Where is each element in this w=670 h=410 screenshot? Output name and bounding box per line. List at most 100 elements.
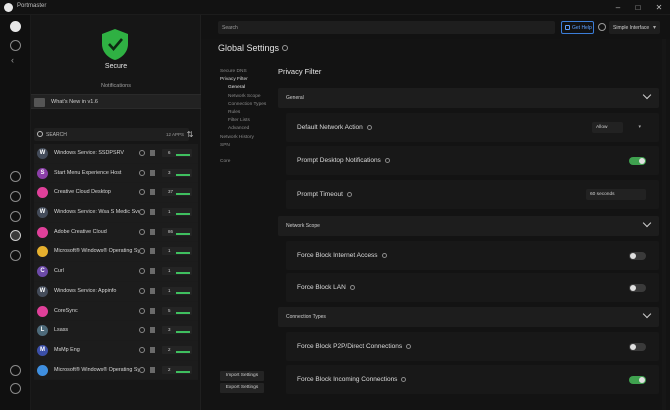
settings-tree-item[interactable]: Network History	[218, 135, 278, 143]
get-help-button[interactable]: Get Help	[561, 21, 594, 34]
maximize-button[interactable]: □	[631, 2, 645, 13]
info-icon[interactable]	[598, 23, 606, 31]
app-history-icon[interactable]	[150, 150, 155, 156]
minimize-button[interactable]: –	[611, 2, 625, 13]
app-settings-icon[interactable]	[139, 346, 145, 353]
section-header-connection-types[interactable]: Connection Types	[278, 307, 659, 327]
section-header-label: General	[286, 95, 304, 101]
app-history-icon[interactable]	[150, 228, 155, 235]
export-settings-button[interactable]: Export Settings	[220, 383, 264, 393]
app-settings-icon[interactable]	[139, 307, 145, 314]
info-icon[interactable]	[401, 376, 407, 382]
connection-count-badge: 6	[162, 149, 192, 157]
notifications-heading: Notifications	[101, 83, 131, 89]
scrollbar[interactable]	[662, 39, 666, 410]
app-history-icon[interactable]	[150, 366, 155, 373]
app-history-icon[interactable]	[150, 307, 155, 314]
settings-tree-item[interactable]: Network Scope	[218, 94, 278, 102]
app-settings-icon[interactable]	[139, 209, 145, 216]
app-settings-icon[interactable]	[139, 189, 145, 196]
block-p2p-toggle[interactable]	[629, 343, 646, 351]
app-settings-icon[interactable]	[139, 327, 145, 334]
app-search-input[interactable]: SEARCH 12 APPS	[34, 128, 189, 141]
prompt-notifications-toggle[interactable]	[629, 157, 646, 165]
settings-tree-item[interactable]: Advanced	[218, 126, 278, 134]
settings-tree-item[interactable]: SPN	[218, 143, 278, 151]
settings-tree-item[interactable]: Secure DNS	[218, 69, 278, 77]
sort-icon[interactable]: ⇅	[183, 128, 197, 141]
app-settings-icon[interactable]	[139, 268, 145, 275]
support-icon[interactable]	[10, 250, 21, 261]
app-list-item[interactable]: Creative Cloud Desktop 37	[34, 183, 198, 204]
settings-tree-item[interactable]: General	[218, 85, 278, 93]
app-list-item[interactable]: Microsoft® Windows® Operating System 1	[34, 242, 198, 263]
app-list-item[interactable]: Adobe Creative Cloud 86	[34, 222, 198, 243]
info-icon[interactable]	[366, 124, 372, 130]
setting-label: Force Block Internet Access	[297, 252, 387, 259]
info-icon[interactable]	[349, 284, 355, 290]
info-icon[interactable]	[10, 40, 21, 51]
app-list-item[interactable]: S Start Menu Experience Host 3	[34, 163, 198, 184]
settings-tree-item[interactable]: Rules	[218, 110, 278, 118]
app-history-icon[interactable]	[150, 248, 155, 255]
info-icon[interactable]	[406, 343, 412, 349]
block-internet-toggle[interactable]	[629, 252, 646, 260]
interface-mode-select[interactable]: Simple Interface ▾	[609, 21, 660, 34]
app-settings-icon[interactable]	[139, 169, 145, 176]
app-list-item[interactable]: W Windows Service: Appinfo 1	[34, 281, 198, 302]
app-settings-icon[interactable]	[139, 248, 145, 255]
settings-tree-item[interactable]: Connection Types	[218, 102, 278, 110]
info-icon[interactable]	[384, 157, 390, 163]
setting-label: Force Block P2P/Direct Connections	[297, 343, 412, 350]
app-settings-icon[interactable]	[139, 287, 145, 294]
settings-tree: Secure DNS Privacy Filter General Network S…	[218, 69, 278, 167]
collapse-chevron-icon[interactable]: ‹	[11, 55, 14, 65]
app-list-item[interactable]: CoreSync 5	[34, 301, 198, 322]
app-icon	[37, 305, 48, 317]
block-lan-toggle[interactable]	[629, 284, 646, 292]
secure-shield-icon	[102, 29, 128, 60]
tools-icon[interactable]	[10, 365, 21, 376]
portmaster-home-icon[interactable]	[10, 21, 21, 32]
app-list-item[interactable]: W Windows Service: Wsa S Medic Svc 1	[34, 203, 198, 223]
app-history-icon[interactable]	[150, 189, 155, 196]
notification-item[interactable]: What's New in v1.6	[31, 94, 201, 109]
connection-count-badge: 37	[162, 188, 192, 197]
app-list-item[interactable]: M MsMp Eng 2	[34, 340, 198, 361]
info-icon[interactable]	[346, 191, 352, 197]
connection-count-badge: 5	[162, 306, 192, 315]
settings-gear-icon[interactable]	[10, 230, 21, 241]
settings-tree-item[interactable]: Core	[218, 159, 278, 167]
app-list-item[interactable]: W Windows Service: SSDPSRV 6	[34, 144, 198, 164]
prompt-timeout-input[interactable]: 60 seconds	[586, 189, 646, 200]
app-history-icon[interactable]	[150, 209, 155, 216]
app-list-item[interactable]: Microsoft® Windows® Operating System 2	[34, 360, 198, 381]
app-settings-icon[interactable]	[139, 150, 145, 156]
app-count: 12 APPS	[165, 132, 184, 137]
app-history-icon[interactable]	[150, 327, 155, 334]
monitor-icon[interactable]	[10, 171, 21, 182]
app-list-item[interactable]: L Lsass 3	[34, 321, 198, 341]
app-settings-icon[interactable]	[139, 366, 145, 373]
section-header-network-scope[interactable]: Network Scope	[278, 216, 659, 236]
section-header-general[interactable]: General	[278, 88, 659, 108]
info-icon[interactable]	[381, 252, 387, 258]
power-icon[interactable]	[10, 383, 21, 394]
close-button[interactable]: ✕	[652, 2, 666, 13]
app-history-icon[interactable]	[150, 169, 155, 176]
app-name: MsMp Eng	[54, 346, 80, 353]
import-settings-button[interactable]: Import Settings	[220, 371, 264, 381]
default-action-select[interactable]: Allow	[592, 122, 623, 133]
global-search-input[interactable]: Search	[218, 21, 555, 34]
navigation-rail: ‹	[0, 15, 31, 410]
app-history-icon[interactable]	[150, 287, 155, 294]
network-icon[interactable]	[10, 191, 21, 202]
settings-tree-item[interactable]: Privacy Filter	[218, 77, 278, 85]
spn-icon[interactable]	[10, 211, 21, 222]
app-history-icon[interactable]	[150, 346, 155, 353]
app-list-item[interactable]: C Curl 1	[34, 262, 198, 282]
block-incoming-toggle[interactable]	[629, 376, 646, 384]
settings-tree-item[interactable]	[218, 151, 278, 159]
app-settings-icon[interactable]	[139, 228, 145, 235]
app-history-icon[interactable]	[150, 268, 155, 275]
